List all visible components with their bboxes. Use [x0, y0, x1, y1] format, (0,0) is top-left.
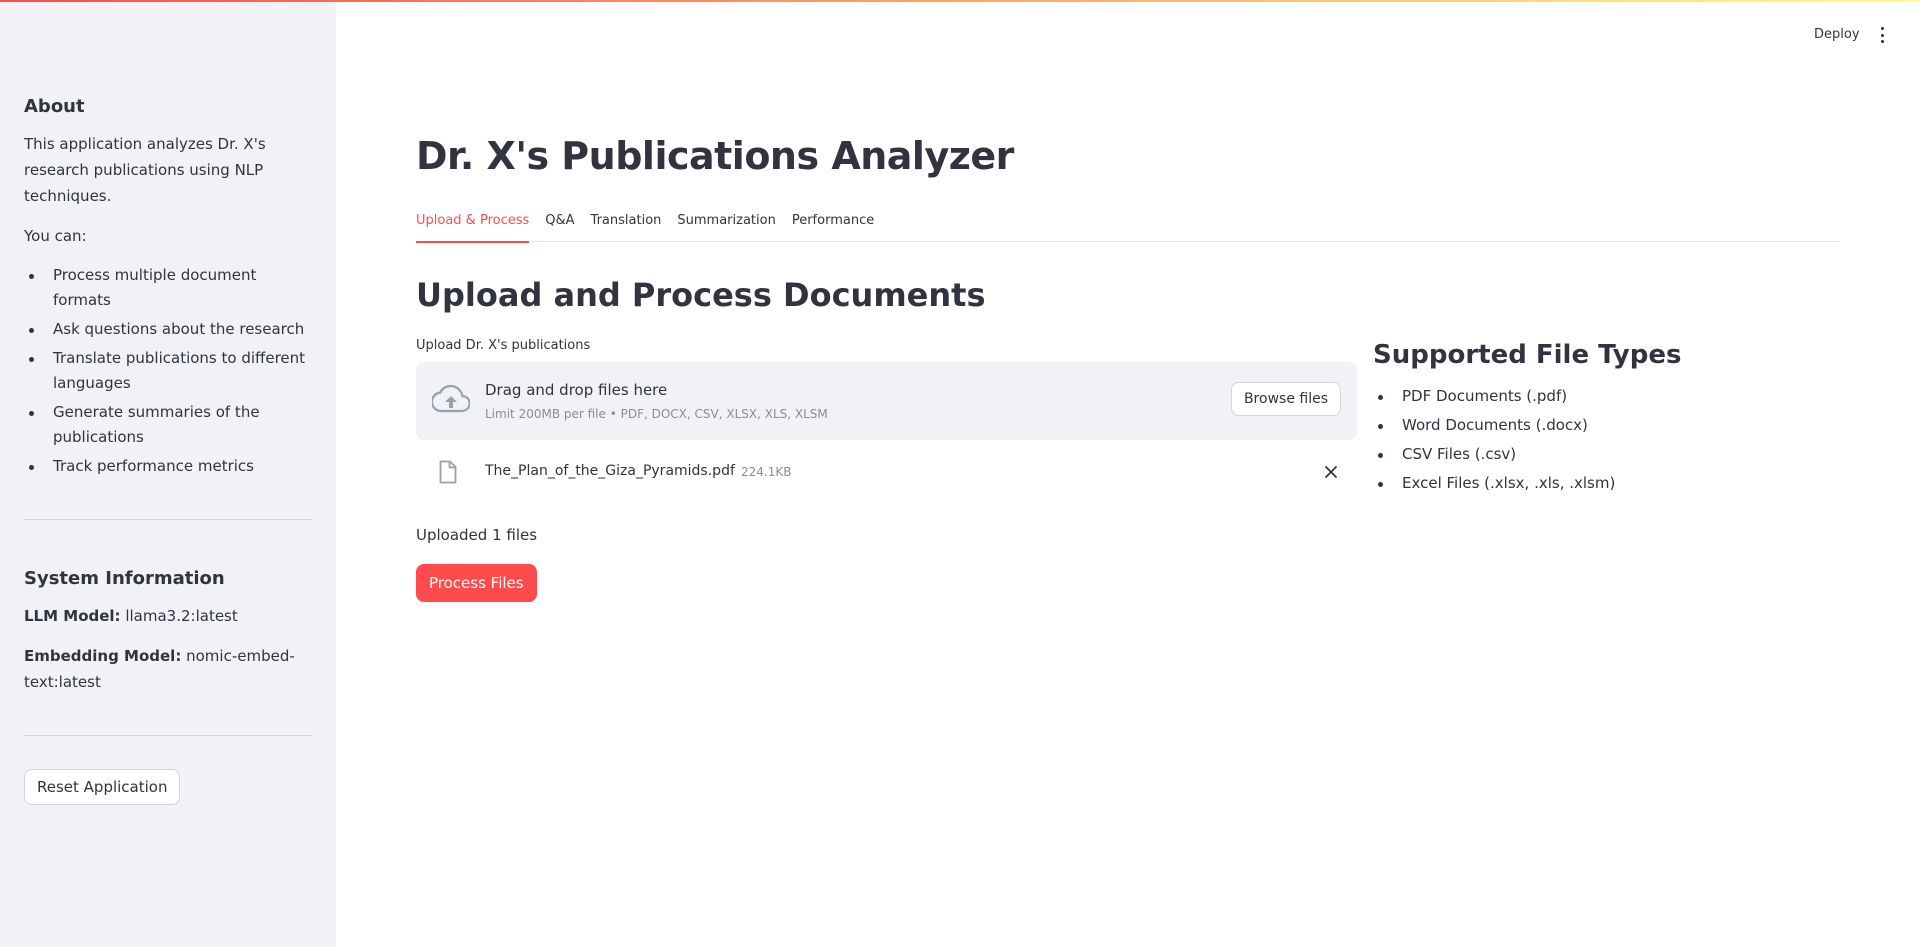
dropzone-limit-text: Limit 200MB per file • PDF, DOCX, CSV, X… — [485, 407, 828, 421]
supported-file-types: Supported File Types PDF Documents (.pdf… — [1373, 340, 1681, 500]
system-info-heading: System Information — [24, 568, 225, 589]
upload-label: Upload Dr. X's publications — [416, 338, 591, 353]
file-dropzone[interactable]: Drag and drop files here Limit 200MB per… — [416, 362, 1357, 440]
close-icon[interactable] — [1323, 464, 1339, 480]
list-item: PDF Documents (.pdf) — [1373, 384, 1681, 409]
list-item: CSV Files (.csv) — [1373, 442, 1681, 467]
sidebar-divider — [24, 519, 312, 520]
cloud-upload-icon — [432, 384, 470, 413]
upload-status-text: Uploaded 1 files — [416, 526, 538, 544]
tab-upload-process[interactable]: Upload & Process — [416, 210, 530, 243]
llm-model-label: LLM Model: — [24, 607, 121, 625]
file-size: 224.1KB — [741, 465, 792, 479]
uploaded-file-row: The_Plan_of_the_Giza_Pyramids.pdf 224.1K… — [416, 456, 1357, 490]
about-text: This application analyzes Dr. X's resear… — [24, 135, 266, 205]
page-title: Dr. X's Publications Analyzer — [416, 134, 1014, 178]
top-decoration-bar — [0, 0, 1920, 2]
tab-translation[interactable]: Translation — [591, 210, 662, 242]
llm-model-info: LLM Model: llama3.2:latest — [24, 603, 312, 629]
list-item: Word Documents (.docx) — [1373, 413, 1681, 438]
section-title: Upload and Process Documents — [416, 276, 986, 314]
main-content: Dr. X's Publications Analyzer Upload & P… — [416, 0, 1840, 947]
sidebar: About This application analyzes Dr. X's … — [0, 0, 336, 947]
tab-bar: Upload & Process Q&A Translation Summari… — [416, 210, 1840, 243]
embedding-model-info: Embedding Model: nomic-embed-text:latest — [24, 643, 312, 695]
supported-types-list: PDF Documents (.pdf) Word Documents (.do… — [1373, 384, 1681, 496]
tab-summarization[interactable]: Summarization — [677, 210, 775, 242]
main-menu-icon[interactable] — [1876, 27, 1888, 43]
browse-files-button[interactable]: Browse files — [1230, 382, 1341, 416]
sidebar-divider — [24, 735, 312, 736]
list-item: Generate summaries of the publications — [24, 400, 312, 450]
list-item: Ask questions about the research — [24, 317, 312, 342]
about-heading: About — [24, 96, 85, 117]
file-icon — [439, 460, 457, 484]
list-item: Process multiple document formats — [24, 263, 312, 313]
embedding-model-label: Embedding Model: — [24, 647, 182, 665]
supported-types-heading: Supported File Types — [1373, 340, 1682, 370]
capabilities-list: Process multiple document formats Ask qu… — [24, 263, 312, 479]
file-name: The_Plan_of_the_Giza_Pyramids.pdf — [485, 463, 735, 479]
tab-qa[interactable]: Q&A — [545, 210, 574, 242]
process-files-button[interactable]: Process Files — [416, 564, 537, 602]
dropzone-title: Drag and drop files here — [485, 381, 668, 399]
list-item: Translate publications to different lang… — [24, 346, 312, 396]
reset-application-button[interactable]: Reset Application — [24, 769, 181, 805]
tab-performance[interactable]: Performance — [792, 210, 874, 242]
list-item: Track performance metrics — [24, 454, 312, 479]
llm-model-value: llama3.2:latest — [125, 607, 238, 625]
you-can-text: You can: — [24, 227, 87, 245]
list-item: Excel Files (.xlsx, .xls, .xlsm) — [1373, 471, 1681, 496]
